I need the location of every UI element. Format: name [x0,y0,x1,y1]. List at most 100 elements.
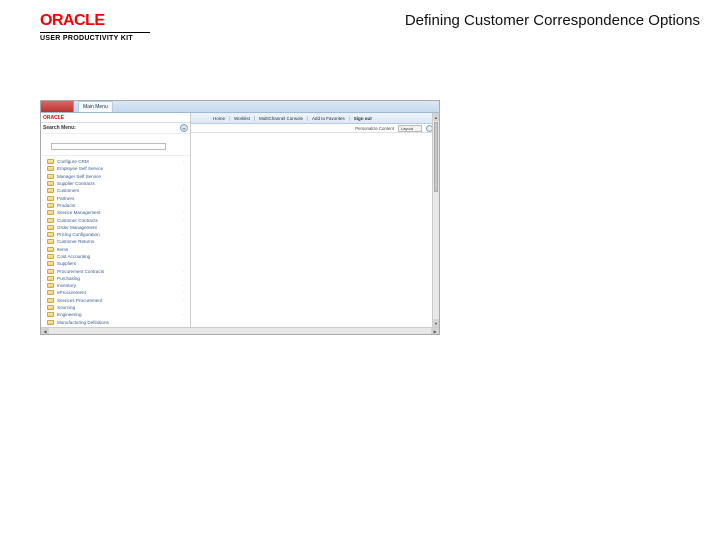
menu-item-label: Cost Accounting [57,254,90,259]
folder-icon [47,254,54,259]
menu-item-5[interactable]: Partners [47,194,190,201]
menu-item-label: Order Management [57,225,97,230]
content-area [191,133,439,327]
menu-item-label: Manager Self Service [57,174,101,179]
menu-item-14[interactable]: Suppliers [47,260,190,267]
menu-item-8[interactable]: Customer Contracts· [47,216,190,223]
menu-item-label: Service Management [57,210,100,215]
menu-item-20[interactable]: Sourcing [47,304,190,311]
menu-item-label: Customer Returns [57,239,94,244]
folder-icon [47,210,54,215]
menu-item-11[interactable]: Customer Returns [47,238,190,245]
scroll-up-arrow-icon[interactable]: ▲ [433,113,439,121]
menu-item-4[interactable]: Customers · [47,187,190,194]
folder-icon [47,203,54,208]
expand-indicator-icon: · [183,269,184,274]
nav-link-add-to-favorites[interactable]: Add to Favorites [308,116,350,121]
expand-indicator-icon: · [183,232,184,237]
scroll-left-arrow-icon[interactable]: ◀ [41,328,49,334]
scroll-thumb[interactable] [434,122,438,192]
nav-link-multichannel-console[interactable]: MultiChannel Console [255,116,308,121]
menu-item-label: Customers [57,188,79,193]
personalize-label: Personalize Content [355,126,394,131]
menu-item-15[interactable]: Procurement Contracts· [47,267,190,274]
expand-indicator-icon: · [183,312,184,317]
nav-link-sign-out[interactable]: Sign out [350,116,376,121]
menu-item-label: Configure CRM [57,159,89,164]
menu-item-label: eProcurement [57,290,86,295]
menu-item-18[interactable]: eProcurement · [47,289,190,296]
menu-item-label: Suppliers [57,261,76,266]
horizontal-scrollbar[interactable]: ◀ ▶ [41,327,439,334]
folder-icon [47,196,54,201]
menu-item-label: Customer Contracts [57,218,98,223]
menu-item-label: Products [57,203,75,208]
vertical-scrollbar[interactable]: ▲ ▼ [432,113,439,327]
scroll-down-arrow-icon[interactable]: ▼ [433,319,439,327]
menu-item-label: Items [57,247,68,252]
folder-icon [47,305,54,310]
search-menu-input[interactable] [51,143,166,150]
folder-icon [47,166,54,171]
menu-item-label: Services Procurement [57,298,102,303]
menu-item-6[interactable]: Products [47,202,190,209]
search-go-button[interactable]: ›› [180,124,188,132]
folder-icon [47,261,54,266]
menu-item-label: Supplier Contracts [57,181,95,186]
app-corner-brand [41,101,74,112]
folder-icon [47,283,54,288]
folder-icon [47,276,54,281]
expand-indicator-icon: · [183,159,184,164]
nav-menu: Configure CRM·Employee Self ServiceManag… [41,156,190,327]
sidebar-oracle-logo: ORACLE [41,115,64,121]
nav-link-home[interactable]: Home [209,116,230,121]
menu-item-label: Partners [57,196,74,201]
menu-item-22[interactable]: Manufacturing Definitions [47,319,190,326]
scroll-right-arrow-icon[interactable]: ▶ [431,328,439,334]
personalize-bar: Personalize Content Layout [191,124,439,133]
folder-icon [47,320,54,325]
personalize-select[interactable]: Layout [398,125,422,132]
menu-item-label: Pricing Configuration [57,232,100,237]
menu-item-17[interactable]: Inventory· [47,282,190,289]
expand-indicator-icon: · [183,290,184,295]
menu-item-2[interactable]: Manager Self Service [47,173,190,180]
main-panel: HomeWorklistMultiChannel ConsoleAdd to F… [191,113,439,327]
menu-item-16[interactable]: Purchasing [47,275,190,282]
brand-block: ORACLE USER PRODUCTIVITY KIT [40,12,150,42]
folder-icon [47,159,54,164]
menu-item-10[interactable]: Pricing Configuration · [47,231,190,238]
folder-icon [47,298,54,303]
folder-icon [47,269,54,274]
folder-icon [47,239,54,244]
menu-item-21[interactable]: Engineering · [47,311,190,318]
expand-indicator-icon: · [183,210,184,215]
oracle-logo: ORACLE [40,12,150,30]
menu-item-label: Engineering [57,312,82,317]
menu-item-7[interactable]: Service Management · [47,209,190,216]
nav-link-worklist[interactable]: Worklist [230,116,255,121]
menu-item-13[interactable]: Cost Accounting [47,253,190,260]
menu-item-1[interactable]: Employee Self Service [47,165,190,172]
menu-item-label: Manufacturing Definitions [57,320,109,325]
menu-item-12[interactable]: Items [47,246,190,253]
sidebar: ORACLE Search Menu: ›› Configure CRM·Emp… [41,113,191,327]
menu-item-label: Inventory [57,283,76,288]
menu-item-19[interactable]: Services Procurement · [47,297,190,304]
folder-icon [47,247,54,252]
expand-indicator-icon: · [183,188,184,193]
main-menu-tab[interactable]: Main Menu [78,101,113,112]
menu-item-0[interactable]: Configure CRM · [47,158,190,165]
search-menu-label-row: Search Menu: ›› [41,123,190,134]
page-title: Defining Customer Correspondence Options [405,12,700,29]
app-titlebar: Main Menu [41,101,439,113]
expand-indicator-icon: · [183,298,184,303]
folder-icon [47,218,54,223]
menu-item-3[interactable]: Supplier Contracts [47,180,190,187]
app-window: Main Menu ORACLE Search Menu: ›› Configu… [40,100,440,335]
menu-item-9[interactable]: Order Management [47,224,190,231]
folder-icon [47,312,54,317]
menu-item-label: Purchasing [57,276,80,281]
folder-icon [47,188,54,193]
menu-item-label: Sourcing [57,305,75,310]
